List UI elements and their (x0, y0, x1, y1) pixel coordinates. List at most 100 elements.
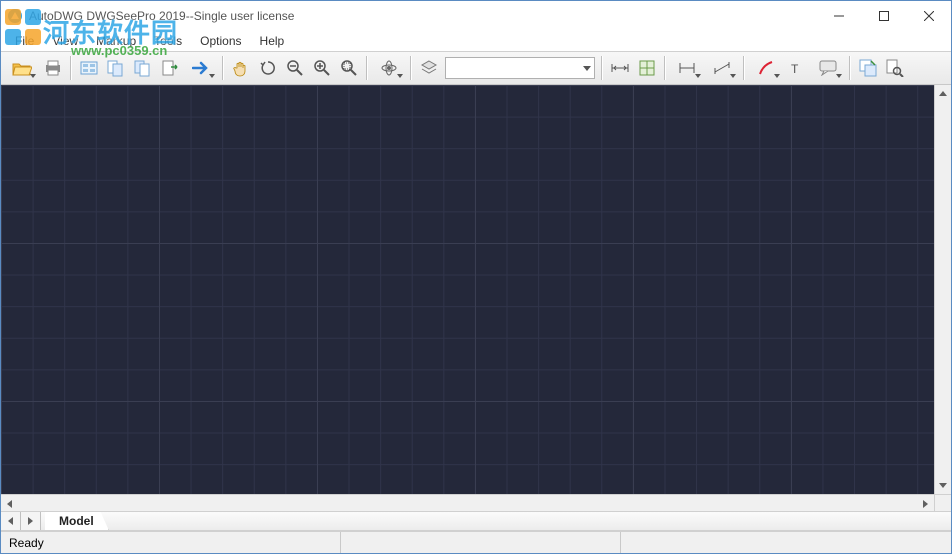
drawing-canvas[interactable] (1, 85, 934, 494)
close-button[interactable] (906, 1, 951, 31)
maximize-icon (879, 11, 889, 21)
zoom-window-button[interactable] (336, 55, 362, 81)
minimize-button[interactable] (816, 1, 861, 31)
measure-area-icon (638, 59, 656, 77)
menu-view[interactable]: View (44, 32, 86, 50)
chevron-down-icon (209, 74, 215, 78)
toolbar-separator (366, 56, 368, 80)
statusbar: Ready (1, 531, 951, 553)
view3d-icon (380, 59, 398, 77)
canvas-grid (1, 85, 934, 494)
menu-markup[interactable]: Markup (88, 32, 144, 50)
measure-distance-icon (610, 61, 630, 75)
titlebar: AutoDWG DWGSeePro 2019--Single user lice… (1, 1, 951, 31)
app-window: 河东软件园 www.pc0359.cn AutoDWG DWGSeePro 20… (0, 0, 952, 554)
compare-b-button[interactable] (130, 55, 156, 81)
compare-a-button[interactable] (103, 55, 129, 81)
compare-a-icon (107, 59, 125, 77)
zoom-out-icon (286, 59, 304, 77)
print-icon (44, 59, 62, 77)
chevron-down-icon (836, 74, 842, 78)
copy-view-button[interactable] (855, 55, 881, 81)
comment-button[interactable] (811, 55, 845, 81)
menu-options[interactable]: Options (192, 32, 249, 50)
dimension-linear-icon (678, 61, 696, 75)
chevron-left-icon (8, 517, 13, 525)
nav-arrow-button[interactable] (184, 55, 218, 81)
menu-file[interactable]: File (7, 32, 42, 50)
pan-hand-icon (232, 59, 250, 77)
dimension-aligned-button[interactable] (705, 55, 739, 81)
zoom-in-button[interactable] (309, 55, 335, 81)
scroll-left-button[interactable] (1, 495, 18, 512)
tab-model-label: Model (59, 514, 94, 528)
tab-prev-button[interactable] (1, 512, 21, 530)
app-icon (7, 8, 23, 24)
layers-icon (420, 59, 438, 77)
tab-model[interactable]: Model (45, 512, 109, 530)
export-button[interactable] (157, 55, 183, 81)
layers-toggle-button[interactable] (416, 55, 442, 81)
measure-distance-button[interactable] (607, 55, 633, 81)
chevron-down-icon (397, 74, 403, 78)
menu-help[interactable]: Help (252, 32, 293, 50)
markup-pen-button[interactable] (749, 55, 783, 81)
browse-icon (80, 59, 98, 77)
horizontal-scrollbar[interactable] (1, 495, 934, 511)
chevron-down-icon (583, 66, 591, 71)
pan-button[interactable] (228, 55, 254, 81)
open-button[interactable] (5, 55, 39, 81)
vertical-scrollbar[interactable] (934, 85, 951, 494)
zoom-in-icon (313, 59, 331, 77)
tab-spacer (109, 512, 951, 530)
rotate-button[interactable] (255, 55, 281, 81)
toolbar-separator (743, 56, 745, 80)
layout-tabs: Model (1, 511, 951, 531)
search-button[interactable] (882, 55, 908, 81)
search-icon (886, 59, 904, 77)
chevron-left-icon (7, 500, 12, 508)
toolbar-separator (664, 56, 666, 80)
dimension-linear-button[interactable] (670, 55, 704, 81)
toolbar-separator (849, 56, 851, 80)
rotate-icon (259, 59, 277, 77)
chevron-right-icon (28, 517, 33, 525)
zoom-out-button[interactable] (282, 55, 308, 81)
menubar: File View Markup Tools Options Help (1, 31, 951, 51)
scroll-down-button[interactable] (935, 477, 951, 494)
status-coords (341, 532, 621, 553)
open-icon (12, 59, 32, 77)
menu-tools[interactable]: Tools (146, 32, 190, 50)
measure-area-button[interactable] (634, 55, 660, 81)
scroll-track[interactable] (18, 495, 917, 511)
text-tool-button[interactable]: T (784, 55, 810, 81)
tab-next-button[interactable] (21, 512, 41, 530)
toolbar: T (1, 51, 951, 85)
zoom-window-icon (340, 59, 358, 77)
text-tool-icon: T (788, 59, 806, 77)
chevron-down-icon (695, 74, 701, 78)
scroll-up-button[interactable] (935, 85, 951, 102)
browse-button[interactable] (76, 55, 102, 81)
toolbar-separator (70, 56, 72, 80)
print-button[interactable] (40, 55, 66, 81)
dimension-aligned-icon (713, 61, 731, 75)
status-ready: Ready (1, 532, 341, 553)
window-title: AutoDWG DWGSeePro 2019--Single user lice… (29, 9, 816, 23)
minimize-icon (834, 11, 844, 21)
status-rest (621, 532, 951, 553)
toolbar-separator (601, 56, 603, 80)
chevron-up-icon (939, 91, 947, 96)
chevron-down-icon (30, 74, 36, 78)
workspace: Model (1, 85, 951, 531)
scroll-track[interactable] (935, 102, 951, 477)
view3d-button[interactable] (372, 55, 406, 81)
copy-view-icon (859, 59, 877, 77)
layer-combo[interactable] (445, 57, 595, 79)
chevron-down-icon (774, 74, 780, 78)
chevron-right-icon (923, 500, 928, 508)
maximize-button[interactable] (861, 1, 906, 31)
close-icon (924, 11, 934, 21)
toolbar-separator (410, 56, 412, 80)
scroll-right-button[interactable] (917, 495, 934, 512)
